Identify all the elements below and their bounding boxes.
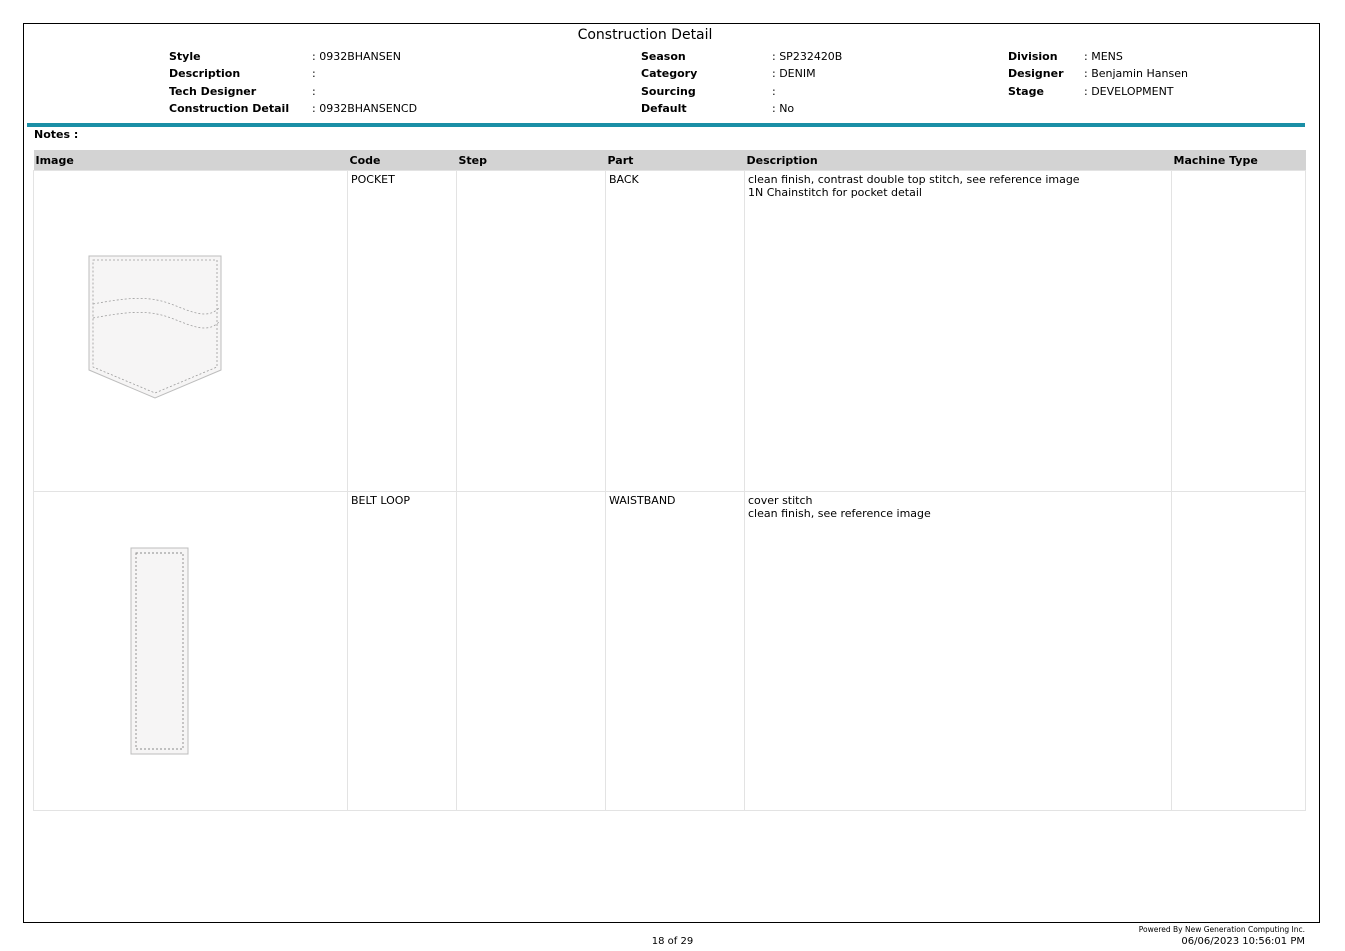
column-header-code: Code — [347, 150, 457, 171]
page-number: 18 of 29 — [651, 936, 694, 947]
column-header-step: Step — [456, 150, 606, 171]
machine-type-cell — [1171, 491, 1306, 811]
header-field-style: Style : 0932BHANSEN — [169, 48, 417, 65]
code-cell: POCKET — [347, 170, 457, 492]
header-field-division: Division : MENS — [1008, 48, 1188, 65]
description-line: clean finish, contrast double top stitch… — [748, 173, 1080, 186]
column-header-part: Part — [605, 150, 745, 171]
header-field-tech-designer: Tech Designer : — [169, 83, 417, 100]
field-label: Stage — [1008, 84, 1044, 98]
header-field-season: Season : SP232420B — [641, 48, 842, 65]
machine-type-cell — [1171, 170, 1306, 492]
print-timestamp: 06/06/2023 10:56:01 PM — [1181, 936, 1305, 947]
field-value: : Benjamin Hansen — [1084, 67, 1188, 81]
column-header-machine-type: Machine Type — [1171, 150, 1306, 171]
header-field-sourcing: Sourcing : — [641, 83, 842, 100]
header-field-category: Category : DENIM — [641, 65, 842, 82]
table-row: POCKET BACK clean finish, contrast doubl… — [33, 170, 1306, 492]
table-row: BELT LOOP WAISTBAND cover stitch clean f… — [33, 491, 1306, 811]
field-value: : DEVELOPMENT — [1084, 84, 1174, 98]
step-cell — [456, 170, 606, 492]
header-column-1: Style : 0932BHANSEN Description : Tech D… — [169, 48, 417, 117]
part-cell: BACK — [605, 170, 745, 492]
field-label: Construction Detail — [169, 101, 290, 115]
description-cell: clean finish, contrast double top stitch… — [744, 170, 1172, 492]
field-value: : 0932BHANSENCD — [312, 101, 418, 115]
field-value: : — [312, 67, 316, 81]
description-line: cover stitch — [748, 494, 813, 507]
notes-label: Notes : — [34, 128, 79, 141]
header-field-default: Default : No — [641, 100, 842, 117]
header-column-3: Division : MENS Designer : Benjamin Hans… — [1008, 48, 1188, 100]
table-header-row: Image Code Step Part Description Machine… — [33, 150, 1306, 171]
column-header-image: Image — [33, 150, 348, 171]
field-label: Description — [169, 67, 241, 81]
field-value: : No — [772, 101, 795, 115]
column-header-description: Description — [744, 150, 1172, 171]
field-label: Designer — [1008, 67, 1064, 81]
section-divider — [27, 123, 1305, 127]
field-label: Default — [641, 101, 687, 115]
field-value: : DENIM — [772, 67, 816, 81]
back-pocket-sketch — [88, 255, 222, 399]
belt-loop-sketch — [130, 547, 189, 755]
field-label: Season — [641, 50, 686, 63]
field-value: : 0932BHANSEN — [312, 50, 401, 63]
page-title: Construction Detail — [577, 27, 713, 43]
field-value: : MENS — [1084, 50, 1123, 63]
field-value: : SP232420B — [772, 50, 843, 63]
powered-by-text: Powered By New Generation Computing Inc. — [1138, 925, 1305, 934]
field-label: Division — [1008, 50, 1058, 63]
part-cell: WAISTBAND — [605, 491, 745, 811]
field-value: : — [772, 84, 776, 98]
header-field-designer: Designer : Benjamin Hansen — [1008, 65, 1188, 82]
field-value: : — [312, 84, 316, 98]
field-label: Category — [641, 67, 698, 81]
header-field-construction-detail: Construction Detail : 0932BHANSENCD — [169, 100, 417, 117]
code-cell: BELT LOOP — [347, 491, 457, 811]
description-line: clean finish, see reference image — [748, 507, 931, 520]
field-label: Style — [169, 50, 201, 63]
header-field-stage: Stage : DEVELOPMENT — [1008, 83, 1188, 100]
construction-table: Image Code Step Part Description Machine… — [33, 150, 1306, 811]
field-label: Sourcing — [641, 84, 696, 98]
header-column-2: Season : SP232420B Category : DENIM Sour… — [641, 48, 842, 117]
step-cell — [456, 491, 606, 811]
description-cell: cover stitch clean finish, see reference… — [744, 491, 1172, 811]
header-field-description: Description : — [169, 65, 417, 82]
description-line: 1N Chainstitch for pocket detail — [748, 186, 922, 199]
image-cell — [33, 170, 348, 492]
image-cell — [33, 491, 348, 811]
field-label: Tech Designer — [169, 84, 257, 98]
